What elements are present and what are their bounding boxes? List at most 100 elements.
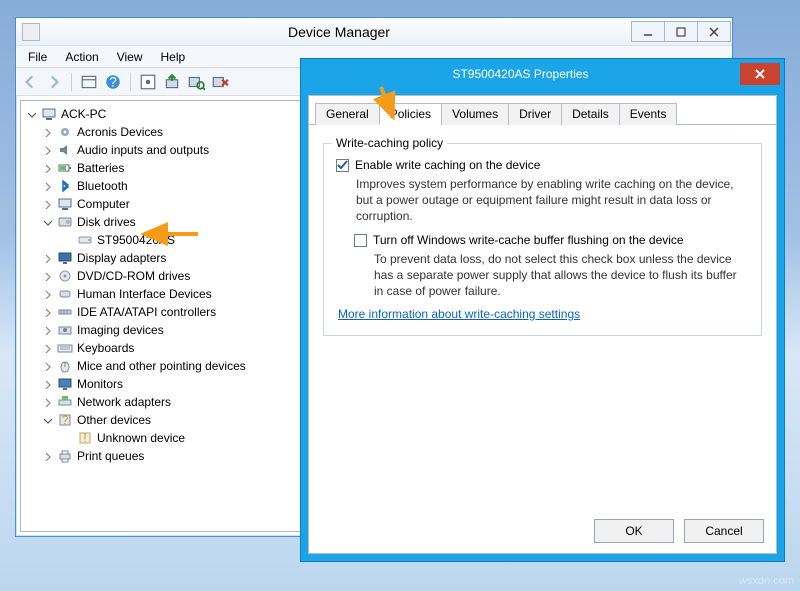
expand-icon[interactable] xyxy=(41,144,53,156)
props-close-button[interactable] xyxy=(740,63,780,85)
tree-node-label: Keyboards xyxy=(77,341,134,355)
tab-general[interactable]: General xyxy=(315,103,380,125)
turn-off-flush-checkbox[interactable] xyxy=(354,234,367,247)
collapse-icon[interactable] xyxy=(41,414,53,426)
audio-icon xyxy=(57,142,73,158)
props-title: ST9500420AS Properties xyxy=(301,67,740,81)
dm-titlebar[interactable]: Device Manager xyxy=(16,18,732,46)
write-caching-groupbox: Write-caching policy Enable write cachin… xyxy=(323,143,762,336)
dvd-icon xyxy=(57,268,73,284)
toolbar-scan-icon[interactable] xyxy=(186,72,206,92)
mouse-icon xyxy=(57,358,73,374)
unknown-icon: ! xyxy=(77,430,93,446)
menu-view[interactable]: View xyxy=(109,48,151,66)
close-button[interactable] xyxy=(697,21,731,42)
enable-write-caching-label: Enable write caching on the device xyxy=(355,158,540,172)
expand-icon[interactable] xyxy=(41,378,53,390)
tab-details[interactable]: Details xyxy=(561,103,620,125)
tree-node-label: Monitors xyxy=(77,377,123,391)
expand-icon[interactable] xyxy=(41,450,53,462)
tree-node-label: Unknown device xyxy=(97,431,185,445)
hid-icon xyxy=(57,286,73,302)
expand-icon[interactable] xyxy=(41,180,53,192)
tab-events[interactable]: Events xyxy=(619,103,678,125)
tree-node-label: Disk drives xyxy=(77,215,136,229)
ok-button[interactable]: OK xyxy=(594,519,674,543)
tree-node-label: Computer xyxy=(77,197,130,211)
enable-write-caching-desc: Improves system performance by enabling … xyxy=(356,176,749,225)
expand-icon[interactable] xyxy=(41,306,53,318)
tree-node-label: DVD/CD-ROM drives xyxy=(77,269,190,283)
collapse-icon[interactable] xyxy=(25,108,37,120)
expand-icon[interactable] xyxy=(41,342,53,354)
print-icon xyxy=(57,448,73,464)
dm-app-icon xyxy=(22,23,40,41)
maximize-button[interactable] xyxy=(664,21,698,42)
expand-icon[interactable] xyxy=(41,126,53,138)
enable-write-caching-checkbox[interactable] xyxy=(336,159,349,172)
display-icon xyxy=(57,250,73,266)
turn-off-flush-label: Turn off Windows write-cache buffer flus… xyxy=(373,233,684,247)
gear-icon xyxy=(57,124,73,140)
toolbar-forward-icon[interactable] xyxy=(44,72,64,92)
tree-node-label: Print queues xyxy=(77,449,144,463)
expand-icon xyxy=(61,234,73,246)
tree-node-label: Human Interface Devices xyxy=(77,287,212,301)
disk-icon xyxy=(57,214,73,230)
properties-dialog: ST9500420AS Properties GeneralPoliciesVo… xyxy=(300,58,785,562)
toolbar-uninstall-icon[interactable] xyxy=(210,72,230,92)
net-icon xyxy=(57,394,73,410)
tab-driver[interactable]: Driver xyxy=(508,103,562,125)
svg-text:?: ? xyxy=(62,413,69,427)
groupbox-title: Write-caching policy xyxy=(332,136,447,150)
cancel-button[interactable]: Cancel xyxy=(684,519,764,543)
expand-icon[interactable] xyxy=(41,396,53,408)
toolbar-update-icon[interactable] xyxy=(162,72,182,92)
tree-node-label: ACK-PC xyxy=(61,107,106,121)
pc-icon xyxy=(57,196,73,212)
tree-node-label: IDE ATA/ATAPI controllers xyxy=(77,305,216,319)
hdd-icon xyxy=(77,232,93,248)
expand-icon[interactable] xyxy=(41,288,53,300)
expand-icon[interactable] xyxy=(41,324,53,336)
tab-policies[interactable]: Policies xyxy=(379,103,442,125)
other-icon: ? xyxy=(57,412,73,428)
menu-file[interactable]: File xyxy=(20,48,55,66)
ide-icon xyxy=(57,304,73,320)
turn-off-flush-desc: To prevent data loss, do not select this… xyxy=(374,251,749,300)
expand-icon[interactable] xyxy=(41,270,53,282)
expand-icon[interactable] xyxy=(41,198,53,210)
tree-node-label: ST9500420AS xyxy=(97,233,175,247)
menu-help[interactable]: Help xyxy=(153,48,194,66)
tree-node-label: Display adapters xyxy=(77,251,166,265)
tree-node-label: Other devices xyxy=(77,413,151,427)
tree-node-label: Bluetooth xyxy=(77,179,128,193)
imaging-icon xyxy=(57,322,73,338)
expand-icon[interactable] xyxy=(41,162,53,174)
tree-node-label: Acronis Devices xyxy=(77,125,163,139)
monitor-icon xyxy=(57,376,73,392)
collapse-icon[interactable] xyxy=(41,216,53,228)
tree-node-label: Batteries xyxy=(77,161,124,175)
svg-text:?: ? xyxy=(109,74,117,89)
toolbar-help-icon[interactable]: ? xyxy=(103,72,123,92)
toolbar-show-hidden-icon[interactable] xyxy=(79,72,99,92)
expand-icon xyxy=(61,432,73,444)
tab-volumes[interactable]: Volumes xyxy=(441,103,509,125)
props-tab-body: Write-caching policy Enable write cachin… xyxy=(309,125,776,348)
expand-icon[interactable] xyxy=(41,252,53,264)
svg-text:!: ! xyxy=(83,431,86,445)
dm-window-buttons xyxy=(632,21,731,42)
menu-action[interactable]: Action xyxy=(57,48,106,66)
battery-icon xyxy=(57,160,73,176)
expand-icon[interactable] xyxy=(41,360,53,372)
tree-node-label: Imaging devices xyxy=(77,323,164,337)
toolbar-properties-icon[interactable] xyxy=(138,72,158,92)
bt-icon xyxy=(57,178,73,194)
watermark: wsxdn.com xyxy=(739,575,794,587)
minimize-button[interactable] xyxy=(631,21,665,42)
toolbar-back-icon[interactable] xyxy=(20,72,40,92)
more-info-link[interactable]: More information about write-caching set… xyxy=(338,307,580,321)
props-titlebar[interactable]: ST9500420AS Properties xyxy=(301,59,784,89)
props-tabs: GeneralPoliciesVolumesDriverDetailsEvent… xyxy=(309,96,776,125)
